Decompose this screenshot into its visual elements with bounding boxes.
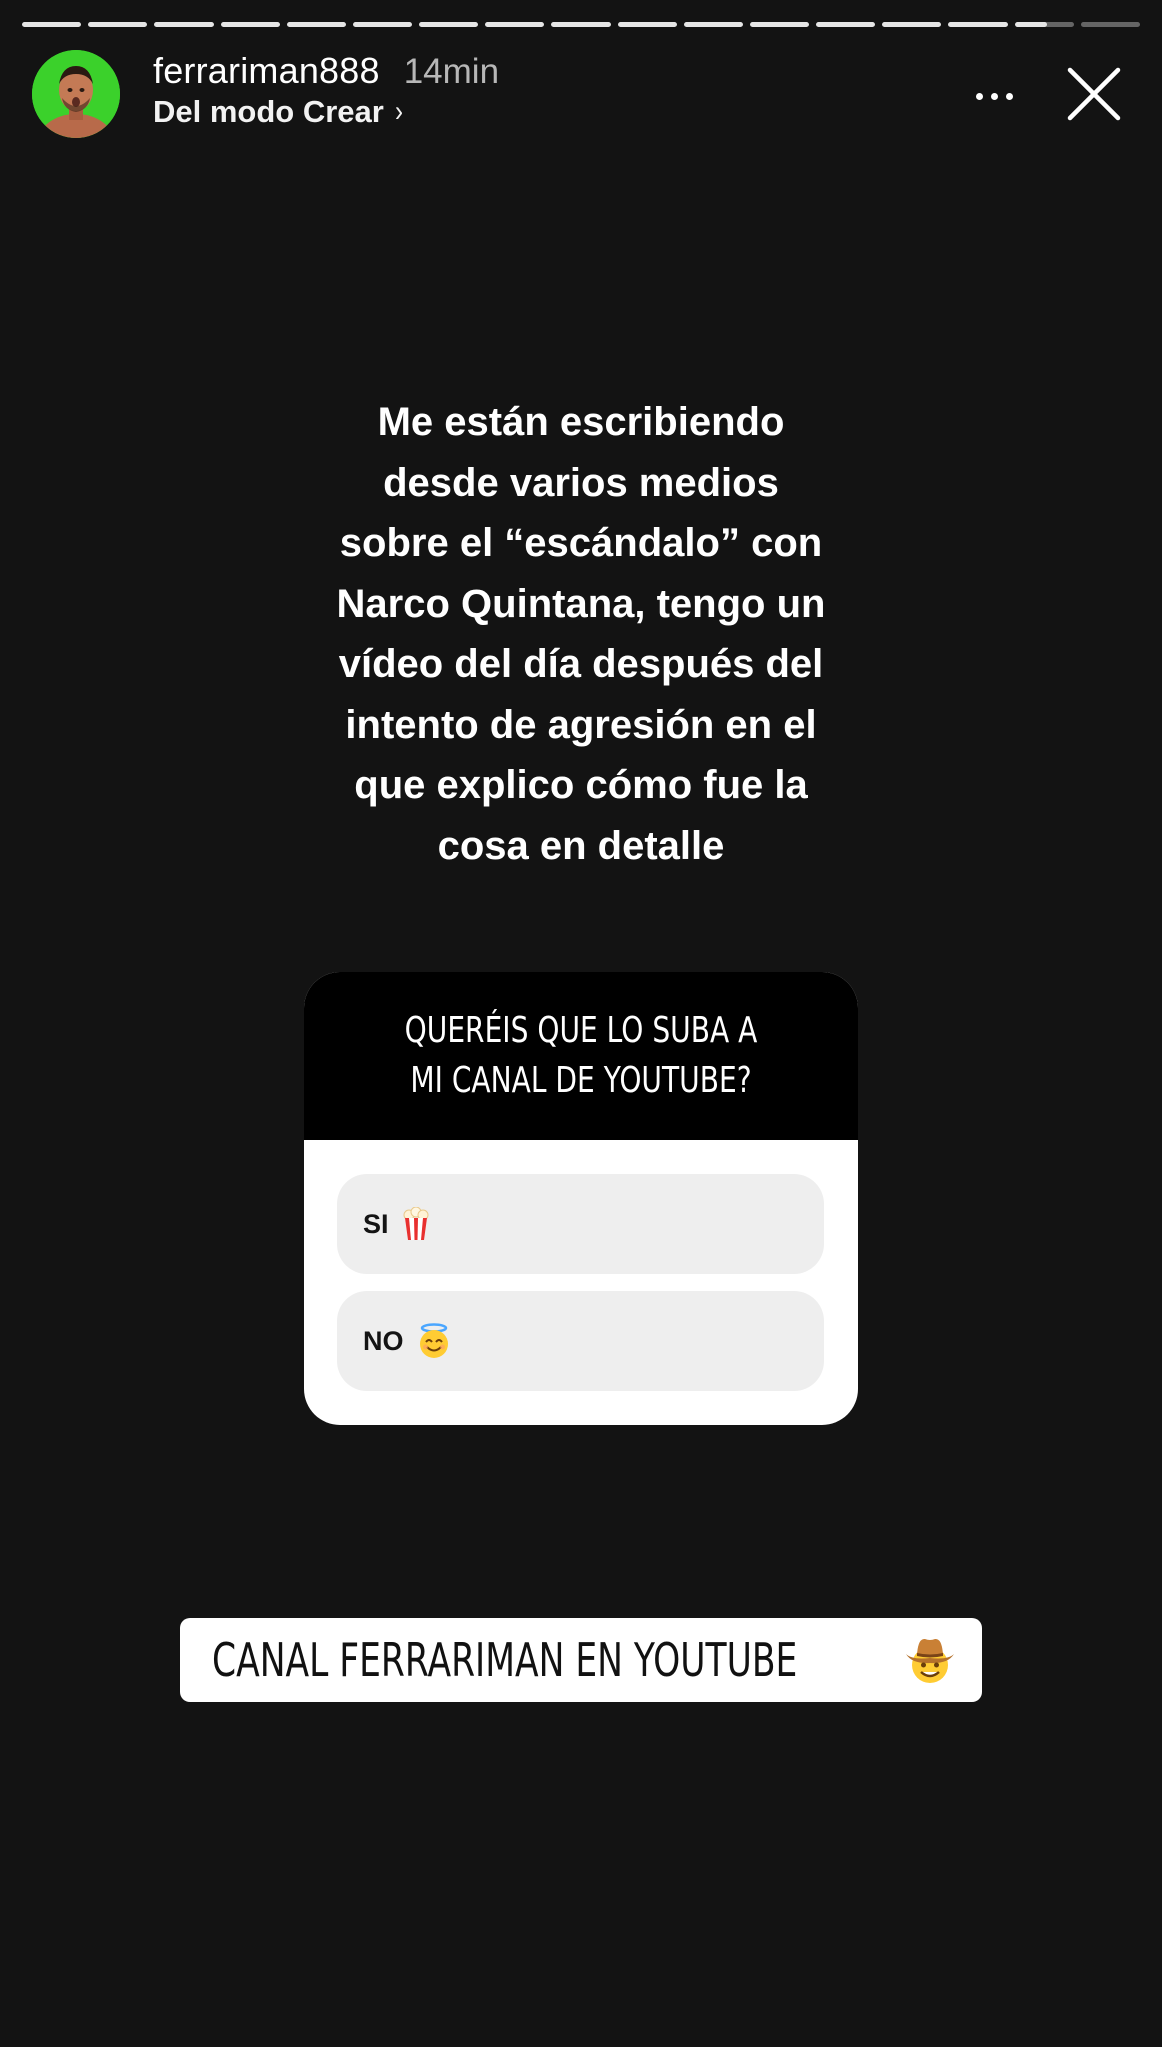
more-horizontal-icon [975,92,1013,100]
story-header: ferrariman888 14min Del modo Crear › [32,48,1142,138]
story-progress-fill [551,22,611,27]
story-progress-segment [749,22,810,27]
create-mode-label: Del modo Crear [153,94,384,129]
more-options-button[interactable] [966,76,1022,116]
poll-question: QUERÉIS QUE LO SUBA A MI CANAL DE YOUTUB… [304,972,858,1140]
story-progress-segment [286,22,346,27]
story-progress-fill [286,22,346,27]
poll-option-si[interactable]: SI [337,1174,824,1274]
story-progress-fill [485,22,545,27]
story-progress-segment [882,22,942,27]
story-progress-segment [1014,22,1074,27]
story-progress-segment [816,22,876,27]
post-time: 14min [403,52,500,91]
story-progress-fill [154,22,214,27]
story-progress-segment [1080,22,1140,27]
story-progress-segment [154,22,214,27]
close-icon [1067,67,1121,121]
poll-option-label: NO [363,1325,404,1356]
story-progress-fill [22,22,82,27]
story-progress-fill [882,22,942,27]
username[interactable]: ferrariman888 [153,50,380,92]
chevron-right-icon: › [394,95,403,128]
story-progress-fill [88,22,148,27]
poll-option-no[interactable]: NO [337,1291,824,1391]
story-progress-segment [617,22,677,27]
story-progress-segment [352,22,413,27]
story-progress-segment [683,22,743,27]
story-progress-fill [352,22,413,27]
cowboy-hat-face-icon [902,1632,958,1693]
smiling-face-with-halo-icon [416,1323,452,1359]
story-progress-segment [220,22,280,27]
popcorn-icon [401,1207,431,1241]
close-button[interactable] [1066,66,1122,122]
story-progress-fill [220,22,280,27]
story-progress-fill [419,22,479,27]
story-progress-bar [22,22,1140,27]
link-sticker[interactable]: CANAL FERRARIMAN EN YOUTUBE [180,1618,982,1702]
story-progress-segment [485,22,545,27]
avatar[interactable] [32,50,120,138]
story-progress-fill [749,22,810,27]
story-progress-fill [816,22,876,27]
poll-option-label: SI [363,1208,389,1239]
story-text: Me están escribiendo desde varios medios… [336,400,826,868]
story-progress-segment [22,22,82,27]
story-progress-fill [948,22,1008,27]
story-progress-segment [551,22,611,27]
story-progress-fill [617,22,677,27]
avatar-image [32,50,120,138]
story-progress-fill [683,22,743,27]
poll-sticker: QUERÉIS QUE LO SUBA A MI CANAL DE YOUTUB… [304,972,858,1425]
story-progress-segment [88,22,148,27]
create-mode-link[interactable]: Del modo Crear › [153,94,404,130]
link-sticker-label: CANAL FERRARIMAN EN YOUTUBE [212,1633,798,1687]
poll-question-text: QUERÉIS QUE LO SUBA A MI CANAL DE YOUTUB… [404,1010,758,1101]
story-progress-segment [419,22,479,27]
story-progress-segment [948,22,1008,27]
story-progress-fill [1014,22,1048,27]
